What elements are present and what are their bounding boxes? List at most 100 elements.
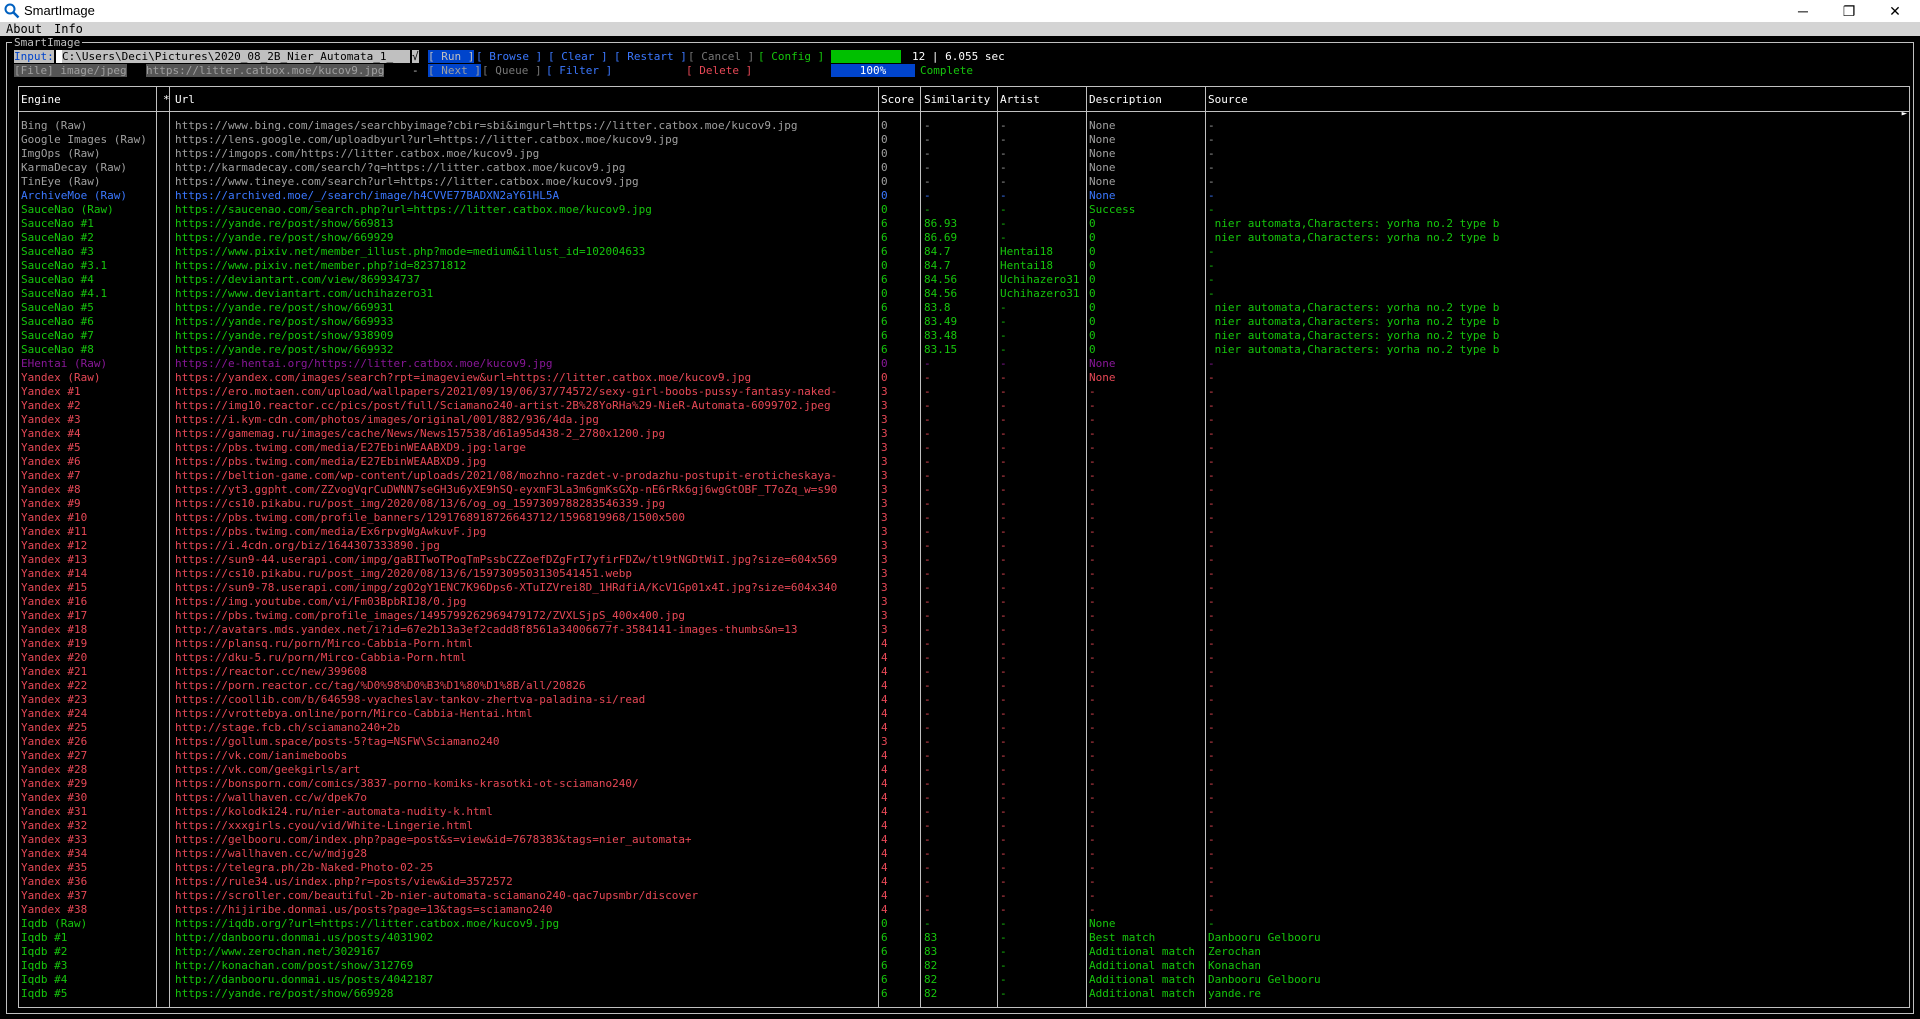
table-row[interactable]: SauceNao #4 https://deviantart.com/view/8…: [19, 273, 1909, 287]
table-row[interactable]: Yandex #36 https://rule34.us/index.php?r=…: [19, 875, 1909, 889]
cell-url[interactable]: https://vk.com/ianimeboobs: [175, 749, 875, 763]
table-row[interactable]: Yandex #9 https://cs10.pikabu.ru/post_img…: [19, 497, 1909, 511]
cell-url[interactable]: https://telegra.ph/2b-Naked-Photo-02-25: [175, 861, 875, 875]
cell-url[interactable]: https://lens.google.com/uploadbyurl?url=…: [175, 133, 875, 147]
table-row[interactable]: SauceNao (Raw) https://saucenao.com/searc…: [19, 203, 1909, 217]
cell-url[interactable]: http://danbooru.donmai.us/posts/4042187: [175, 973, 875, 987]
restart-button[interactable]: [ Restart ]: [614, 50, 687, 63]
cell-url[interactable]: https://www.pixiv.net/member_illust.php?…: [175, 245, 875, 259]
cell-url[interactable]: https://rule34.us/index.php?r=posts/view…: [175, 875, 875, 889]
cell-url[interactable]: https://cs10.pikabu.ru/post_img/2020/08/…: [175, 567, 875, 581]
table-row[interactable]: SauceNao #8 https://yande.re/post/show/66…: [19, 343, 1909, 357]
filter-button[interactable]: [ Filter ]: [546, 64, 612, 77]
table-row[interactable]: Yandex #10 https://pbs.twimg.com/profile_…: [19, 511, 1909, 525]
table-row[interactable]: Yandex #30 https://wallhaven.cc/w/dpek7o 4…: [19, 791, 1909, 805]
close-button[interactable]: ✕: [1872, 0, 1918, 22]
table-row[interactable]: Iqdb #2 http://www.zerochan.net/3029167 6 8…: [19, 945, 1909, 959]
cell-url[interactable]: https://e-hentai.org/https://litter.catb…: [175, 357, 875, 371]
table-row[interactable]: Bing (Raw) https://www.bing.com/images/se…: [19, 119, 1909, 133]
cell-url[interactable]: https://www.pixiv.net/member.php?id=8237…: [175, 259, 875, 273]
cell-url[interactable]: https://archived.moe/_/search/image/h4CV…: [175, 189, 875, 203]
table-row[interactable]: Yandex #7 https://beltion-game.com/wp-con…: [19, 469, 1909, 483]
table-row[interactable]: ArchiveMoe (Raw) https://archived.moe/_/s…: [19, 189, 1909, 203]
table-row[interactable]: Yandex #5 https://pbs.twimg.com/media/E27…: [19, 441, 1909, 455]
table-row[interactable]: Yandex #4 https://gamemag.ru/images/cache…: [19, 427, 1909, 441]
cancel-button[interactable]: [ Cancel ]: [688, 50, 754, 63]
cell-url[interactable]: https://www.bing.com/images/searchbyimag…: [175, 119, 875, 133]
table-row[interactable]: Yandex #13 https://sun9-44.userapi.com/im…: [19, 553, 1909, 567]
cell-url[interactable]: https://yande.re/post/show/669813: [175, 217, 875, 231]
table-row[interactable]: Yandex #3 https://i.kym-cdn.com/photos/im…: [19, 413, 1909, 427]
delete-button[interactable]: [ Delete ]: [686, 64, 752, 77]
table-row[interactable]: EHentai (Raw) https://e-hentai.org/https:…: [19, 357, 1909, 371]
cell-url[interactable]: https://bonsporn.com/comics/3837-porno-k…: [175, 777, 875, 791]
table-row[interactable]: SauceNao #5 https://yande.re/post/show/66…: [19, 301, 1909, 315]
cell-url[interactable]: https://yande.re/post/show/669931: [175, 301, 875, 315]
table-row[interactable]: Yandex #35 https://telegra.ph/2b-Naked-Ph…: [19, 861, 1909, 875]
table-row[interactable]: Yandex #25 http://stage.fcb.ch/sciamano24…: [19, 721, 1909, 735]
table-row[interactable]: Yandex #19 https://plansq.ru/porn/Mirco-C…: [19, 637, 1909, 651]
cell-url[interactable]: https://img.youtube.com/vi/Fm03BpbRIJ8/0…: [175, 595, 875, 609]
cell-url[interactable]: https://gamemag.ru/images/cache/News/New…: [175, 427, 875, 441]
config-button[interactable]: [ Config ]: [758, 50, 824, 63]
header-score[interactable]: Score: [881, 93, 914, 106]
table-row[interactable]: Yandex #26 https://gollum.space/posts-5?t…: [19, 735, 1909, 749]
table-row[interactable]: Iqdb #5 https://yande.re/post/show/669928…: [19, 987, 1909, 1001]
table-row[interactable]: Yandex #22 https://porn.reactor.cc/tag/%D…: [19, 679, 1909, 693]
check-button[interactable]: √: [412, 50, 419, 63]
cell-url[interactable]: https://wallhaven.cc/w/dpek7o: [175, 791, 875, 805]
cell-url[interactable]: https://yande.re/post/show/938909: [175, 329, 875, 343]
cell-url[interactable]: https://iqdb.org/?url=https://litter.cat…: [175, 917, 875, 931]
table-row[interactable]: Iqdb #4 http://danbooru.donmai.us/posts/4…: [19, 973, 1909, 987]
menu-about[interactable]: About: [6, 22, 42, 36]
cell-url[interactable]: https://vk.com/geekgirls/art: [175, 763, 875, 777]
cell-url[interactable]: http://stage.fcb.ch/sciamano240+2b: [175, 721, 875, 735]
cell-url[interactable]: https://pbs.twimg.com/media/Ex6rpvgWgAwk…: [175, 525, 875, 539]
table-row[interactable]: Yandex (Raw) https://yandex.com/images/se…: [19, 371, 1909, 385]
cell-url[interactable]: https://sun9-44.userapi.com/impg/gaBITwo…: [175, 553, 875, 567]
cell-url[interactable]: https://plansq.ru/porn/Mirco-Cabbia-Porn…: [175, 637, 875, 651]
table-row[interactable]: SauceNao #7 https://yande.re/post/show/93…: [19, 329, 1909, 343]
table-row[interactable]: Yandex #11 https://pbs.twimg.com/media/Ex…: [19, 525, 1909, 539]
menu-info[interactable]: Info: [54, 22, 83, 36]
cell-url[interactable]: https://yandex.com/images/search?rpt=ima…: [175, 371, 875, 385]
cell-url[interactable]: https://reactor.cc/new/399608: [175, 665, 875, 679]
cell-url[interactable]: http://www.zerochan.net/3029167: [175, 945, 875, 959]
table-row[interactable]: Yandex #24 https://vrottebya.online/porn/…: [19, 707, 1909, 721]
table-row[interactable]: Yandex #23 https://coollib.com/b/646598-v…: [19, 693, 1909, 707]
table-row[interactable]: SauceNao #6 https://yande.re/post/show/66…: [19, 315, 1909, 329]
header-source[interactable]: Source: [1208, 93, 1248, 106]
table-row[interactable]: Yandex #15 https://sun9-78.userapi.com/im…: [19, 581, 1909, 595]
browse-button[interactable]: [ Browse ]: [476, 50, 542, 63]
header-url[interactable]: Url: [175, 93, 195, 106]
header-artist[interactable]: Artist: [1000, 93, 1040, 106]
table-row[interactable]: Yandex #38 https://hijiribe.donmai.us/pos…: [19, 903, 1909, 917]
cell-url[interactable]: https://pbs.twimg.com/media/E27EbinWEAAB…: [175, 455, 875, 469]
header-description[interactable]: Description: [1089, 93, 1162, 106]
table-row[interactable]: Yandex #1 https://ero.motaen.com/upload/w…: [19, 385, 1909, 399]
cell-url[interactable]: https://hijiribe.donmai.us/posts?page=13…: [175, 903, 875, 917]
cell-url[interactable]: https://i.kym-cdn.com/photos/images/orig…: [175, 413, 875, 427]
cell-url[interactable]: https://vrottebya.online/porn/Mirco-Cabb…: [175, 707, 875, 721]
cell-url[interactable]: http://avatars.mds.yandex.net/i?id=67e2b…: [175, 623, 875, 637]
table-row[interactable]: ImgOps (Raw) https://imgops.com/https://l…: [19, 147, 1909, 161]
table-row[interactable]: Yandex #33 https://gelbooru.com/index.php…: [19, 833, 1909, 847]
cell-url[interactable]: https://i.4cdn.org/biz/1644307333890.jpg: [175, 539, 875, 553]
table-row[interactable]: SauceNao #3.1 https://www.pixiv.net/membe…: [19, 259, 1909, 273]
cell-url[interactable]: https://www.tineye.com/search?url=https:…: [175, 175, 875, 189]
table-row[interactable]: Yandex #18 http://avatars.mds.yandex.net/…: [19, 623, 1909, 637]
table-row[interactable]: Yandex #28 https://vk.com/geekgirls/art 4 -…: [19, 763, 1909, 777]
table-row[interactable]: Yandex #27 https://vk.com/ianimeboobs 4 - - -…: [19, 749, 1909, 763]
cell-url[interactable]: https://imgops.com/https://litter.catbox…: [175, 147, 875, 161]
table-row[interactable]: SauceNao #2 https://yande.re/post/show/66…: [19, 231, 1909, 245]
table-row[interactable]: Google Images (Raw) https://lens.google.c…: [19, 133, 1909, 147]
cell-url[interactable]: https://ero.motaen.com/upload/wallpapers…: [175, 385, 875, 399]
cell-url[interactable]: https://kolodki24.ru/nier-automata-nudit…: [175, 805, 875, 819]
table-row[interactable]: TinEye (Raw) https://www.tineye.com/searc…: [19, 175, 1909, 189]
table-row[interactable]: SauceNao #1 https://yande.re/post/show/66…: [19, 217, 1909, 231]
cell-url[interactable]: https://yande.re/post/show/669929: [175, 231, 875, 245]
cell-url[interactable]: https://gollum.space/posts-5?tag=NSFW\Sc…: [175, 735, 875, 749]
table-row[interactable]: SauceNao #4.1 https://www.deviantart.com/…: [19, 287, 1909, 301]
input-field[interactable]: C:\Users\Deci\Pictures\2020_08_2B_Nier_A…: [56, 50, 410, 63]
scroll-right-icon[interactable]: ►: [1902, 109, 1907, 119]
